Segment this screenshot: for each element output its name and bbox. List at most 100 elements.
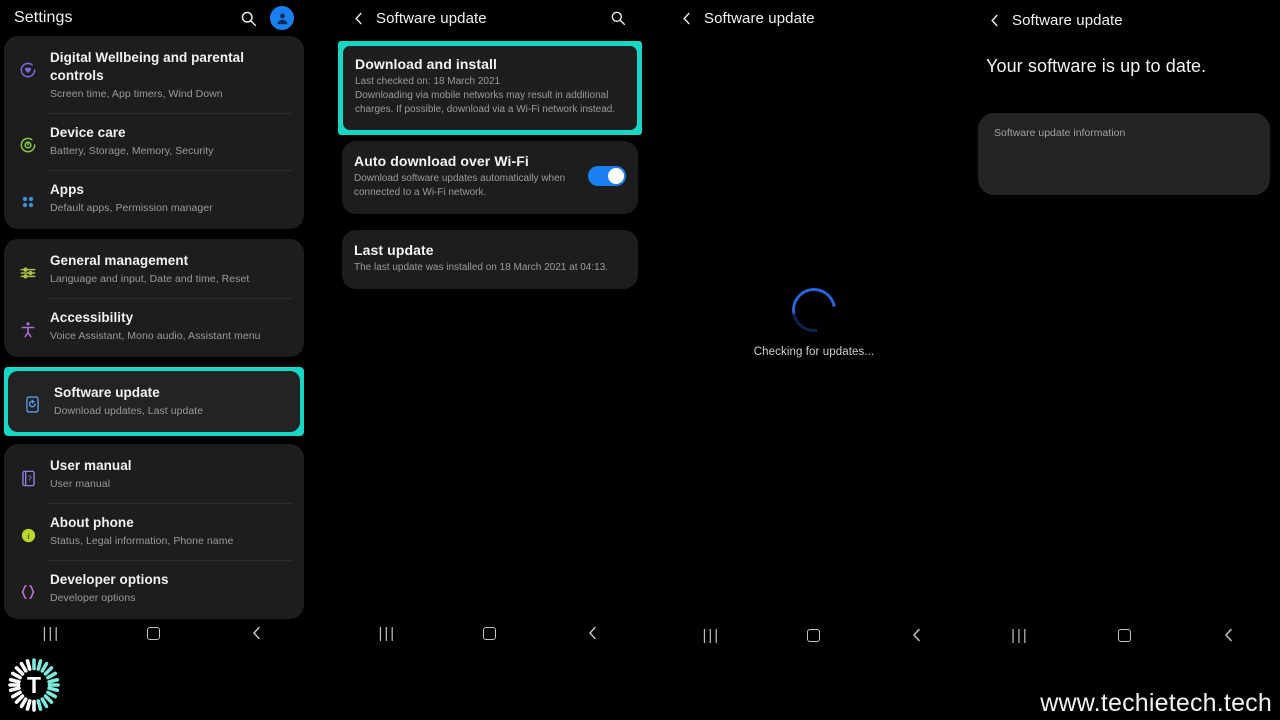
highlight-box-software-update: Software update Download updates, Last u… bbox=[4, 366, 304, 436]
settings-group: ? User manual User manual i About phone bbox=[4, 444, 304, 620]
screenshot-root: Settings Digital Wellbeing and parental … bbox=[0, 0, 1280, 720]
nav-recents-icon: ||| bbox=[378, 624, 397, 642]
auto-download-description: Download software updates automatically … bbox=[354, 172, 566, 198]
last-update-title: Last update bbox=[354, 241, 434, 258]
sidebar-item-subtitle: Default apps, Permission manager bbox=[50, 201, 213, 214]
nav-recents-button[interactable]: ||| bbox=[29, 625, 73, 642]
nav-home-button[interactable] bbox=[468, 626, 512, 640]
software-update-header: Software update bbox=[968, 0, 1280, 40]
nav-back-button[interactable] bbox=[895, 627, 939, 643]
nav-back-button[interactable] bbox=[235, 625, 279, 641]
sidebar-item-label: Apps bbox=[50, 181, 84, 197]
auto-download-card[interactable]: Auto download over Wi-Fi Download softwa… bbox=[342, 140, 638, 214]
phone-panel-checking-updates: Software update Checking for updates... … bbox=[660, 0, 968, 720]
techietech-logo: T bbox=[5, 656, 63, 714]
page-title: Software update bbox=[1012, 11, 1123, 29]
sidebar-item-accessibility[interactable]: Accessibility Voice Assistant, Mono audi… bbox=[4, 297, 304, 355]
last-update-card[interactable]: Last update The last update was installe… bbox=[342, 229, 638, 290]
row-text: Software update Download updates, Last u… bbox=[54, 384, 288, 419]
settings-header: Settings bbox=[0, 0, 308, 36]
search-icon[interactable] bbox=[606, 6, 630, 30]
highlight-box-download-and-install: Download and install Last checked on: 18… bbox=[338, 41, 642, 135]
settings-group: Digital Wellbeing and parental controls … bbox=[4, 36, 304, 229]
nav-home-icon bbox=[483, 626, 497, 640]
avatar[interactable] bbox=[270, 6, 294, 30]
nav-recents-button[interactable]: ||| bbox=[998, 627, 1042, 644]
device-care-icon bbox=[14, 131, 42, 159]
settings-group: Software update Download updates, Last u… bbox=[8, 370, 300, 432]
sidebar-item-device-care[interactable]: Device care Battery, Storage, Memory, Se… bbox=[4, 112, 304, 170]
row-text: Accessibility Voice Assistant, Mono audi… bbox=[50, 309, 292, 344]
sidebar-item-subtitle: Language and input, Date and time, Reset bbox=[50, 272, 250, 285]
about-phone-icon: i bbox=[14, 521, 42, 549]
download-and-install-card[interactable]: Download and install Last checked on: 18… bbox=[343, 46, 637, 130]
auto-download-text: Auto download over Wi-Fi Download softwa… bbox=[354, 153, 578, 200]
sidebar-item-apps[interactable]: Apps Default apps, Permission manager bbox=[4, 169, 304, 227]
nav-home-button[interactable] bbox=[792, 628, 836, 642]
phone-panel-up-to-date: Software update Your software is up to d… bbox=[968, 0, 1280, 720]
sidebar-item-label: Developer options bbox=[50, 572, 169, 588]
auto-download-toggle[interactable] bbox=[588, 166, 626, 187]
phone-panel-software-update-detail: Software update Download and install Las… bbox=[336, 0, 644, 720]
android-navbar: ||| bbox=[660, 618, 968, 652]
nav-back-icon bbox=[1224, 628, 1232, 642]
nav-back-icon bbox=[589, 626, 596, 640]
back-chevron-icon[interactable] bbox=[678, 10, 694, 26]
nav-recents-button[interactable]: ||| bbox=[365, 625, 409, 642]
up-to-date-heading: Your software is up to date. bbox=[986, 56, 1207, 76]
last-update-description: The last update was installed on 18 Marc… bbox=[354, 261, 609, 273]
software-update-header: Software update bbox=[336, 0, 644, 36]
logo-letter: T bbox=[26, 671, 42, 698]
page-title: Settings bbox=[14, 9, 73, 26]
svg-text:?: ? bbox=[27, 474, 32, 483]
nav-back-button[interactable] bbox=[1206, 627, 1250, 643]
apps-icon bbox=[14, 188, 42, 216]
sidebar-item-developer-options[interactable]: Developer options Developer options bbox=[4, 560, 304, 617]
software-update-header: Software update bbox=[660, 0, 968, 36]
sidebar-item-subtitle: Download updates, Last update bbox=[54, 404, 204, 417]
nav-home-button[interactable] bbox=[132, 626, 176, 640]
digital-wellbeing-icon bbox=[14, 56, 42, 84]
checking-updates-label: Checking for updates... bbox=[753, 346, 875, 358]
sidebar-item-general-management[interactable]: General management Language and input, D… bbox=[4, 241, 304, 298]
phone-panel-settings: Settings Digital Wellbeing and parental … bbox=[0, 0, 308, 720]
auto-download-title: Auto download over Wi-Fi bbox=[354, 152, 529, 169]
nav-home-button[interactable] bbox=[1102, 628, 1146, 642]
sidebar-item-label: Device care bbox=[50, 124, 126, 140]
software-update-information-card[interactable]: Software update information bbox=[978, 113, 1270, 195]
android-navbar: ||| bbox=[968, 618, 1280, 652]
sidebar-item-label: Software update bbox=[54, 384, 160, 400]
sidebar-item-user-manual[interactable]: ? User manual User manual bbox=[4, 446, 304, 503]
row-text: Device care Battery, Storage, Memory, Se… bbox=[50, 124, 292, 159]
nav-back-button[interactable] bbox=[571, 625, 615, 641]
sidebar-item-subtitle: Screen time, App timers, Wind Down bbox=[50, 87, 223, 100]
sidebar-item-label: Accessibility bbox=[50, 309, 134, 325]
sidebar-item-software-update[interactable]: Software update Download updates, Last u… bbox=[8, 373, 300, 430]
sidebar-item-subtitle: Developer options bbox=[50, 591, 136, 604]
nav-recents-icon: ||| bbox=[42, 624, 61, 642]
nav-home-icon bbox=[147, 626, 161, 640]
sidebar-item-label: General management bbox=[50, 252, 189, 268]
sidebar-item-subtitle: User manual bbox=[50, 477, 111, 490]
settings-group: General management Language and input, D… bbox=[4, 238, 304, 357]
back-chevron-icon[interactable] bbox=[986, 12, 1002, 28]
sidebar-item-label: Digital Wellbeing and parental controls bbox=[50, 50, 245, 83]
last-checked-text: Last checked on: 18 March 2021 bbox=[355, 76, 501, 87]
sidebar-item-subtitle: Status, Legal information, Phone name bbox=[50, 534, 234, 547]
nav-home-icon bbox=[1117, 628, 1131, 642]
nav-recents-icon: ||| bbox=[702, 626, 721, 644]
user-manual-icon: ? bbox=[14, 464, 42, 492]
software-update-information-label: Software update information bbox=[994, 127, 1126, 139]
nav-recents-button[interactable]: ||| bbox=[689, 627, 733, 644]
developer-options-icon bbox=[14, 578, 42, 606]
software-update-icon bbox=[18, 391, 46, 419]
toggle-knob bbox=[608, 168, 624, 185]
sidebar-item-digital-wellbeing[interactable]: Digital Wellbeing and parental controls … bbox=[4, 38, 304, 113]
search-icon[interactable] bbox=[236, 6, 260, 30]
back-chevron-icon[interactable] bbox=[350, 10, 366, 26]
general-management-icon bbox=[14, 259, 42, 287]
row-text: Digital Wellbeing and parental controls … bbox=[50, 49, 292, 102]
download-and-install-description: Downloading via mobile networks may resu… bbox=[355, 90, 616, 116]
accessibility-icon bbox=[14, 316, 42, 344]
sidebar-item-about-phone[interactable]: i About phone Status, Legal information,… bbox=[4, 503, 304, 560]
